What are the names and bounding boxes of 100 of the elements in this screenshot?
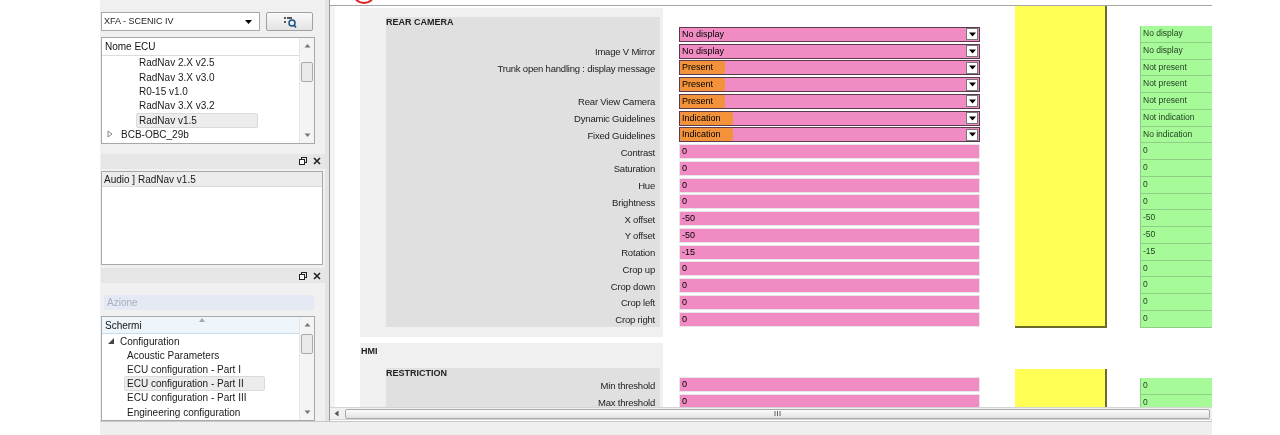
value-field[interactable]: -15 xyxy=(679,244,980,260)
vehicle-dropdown[interactable]: XFA - SCENIC IV xyxy=(101,12,260,32)
value-dropdown[interactable]: Present xyxy=(679,93,980,109)
down-arrow-icon xyxy=(303,132,311,138)
value-field[interactable]: 0 xyxy=(679,144,980,160)
down-arrow-icon xyxy=(303,410,311,415)
list-item[interactable]: BCB-OBC_29b xyxy=(118,126,250,142)
value-field[interactable]: 0 xyxy=(679,393,980,407)
close-icon xyxy=(313,271,321,280)
reference-cell: 0 xyxy=(1140,143,1212,160)
list-item[interactable]: Audio ] RadNav v1.5 xyxy=(102,171,322,187)
dropdown-button[interactable] xyxy=(966,112,978,125)
field-value: -15 xyxy=(681,245,695,259)
left-arrow-icon xyxy=(334,410,339,417)
caret-icon xyxy=(968,82,976,88)
field-value: 0 xyxy=(681,161,687,175)
caret-icon xyxy=(968,48,976,54)
field-label: Y offset xyxy=(624,229,655,244)
dropdown-button[interactable] xyxy=(966,78,978,91)
field-label: Rotation xyxy=(621,246,655,260)
caret-icon xyxy=(968,65,976,71)
scroll-thumb[interactable] xyxy=(345,408,1210,419)
value-field[interactable]: 0 xyxy=(679,311,980,327)
group-title: RESTRICTION xyxy=(386,368,448,378)
dropdown-button[interactable] xyxy=(966,128,978,141)
field-label: Crop left xyxy=(620,296,655,311)
field-value: No display xyxy=(681,44,725,58)
field-label: Min threshold xyxy=(600,379,655,394)
tree-item[interactable]: Engineering configuration xyxy=(124,404,262,420)
field-value: 0 xyxy=(681,377,687,391)
caret-icon xyxy=(244,17,253,26)
field-value: -50 xyxy=(681,212,695,226)
reference-cell: Not present xyxy=(1140,76,1212,93)
scroll-thumb[interactable] xyxy=(301,61,313,82)
up-arrow-icon xyxy=(303,322,311,327)
grip-icon xyxy=(774,411,781,416)
dropdown-button[interactable] xyxy=(966,45,978,58)
field-value: 0 xyxy=(681,295,687,309)
tree-item[interactable]: Configuration xyxy=(120,333,180,349)
field-value: 0 xyxy=(681,178,687,192)
value-field[interactable]: 0 xyxy=(679,177,980,193)
value-field[interactable]: 0 xyxy=(679,294,980,310)
value-field[interactable]: 0 xyxy=(679,278,980,294)
reference-cell: -50 xyxy=(1140,210,1212,227)
value-dropdown[interactable]: Present xyxy=(679,77,980,93)
value-dropdown[interactable]: No display xyxy=(679,26,980,42)
value-field[interactable]: -50 xyxy=(679,211,980,227)
value-dropdown[interactable]: Indication xyxy=(679,110,980,126)
field-label: Crop up xyxy=(622,262,655,277)
value-dropdown[interactable]: Present xyxy=(679,60,980,76)
reference-cell: 0 xyxy=(1140,378,1212,395)
value-dropdown[interactable]: Indication xyxy=(679,127,980,143)
group-title: REAR CAMERA xyxy=(386,17,455,27)
value-field[interactable]: -50 xyxy=(679,227,980,243)
expand-arrow-icon xyxy=(106,130,114,139)
field-label: Crop down xyxy=(610,279,655,294)
dropdown-button[interactable] xyxy=(966,95,978,108)
field-value: 0 xyxy=(681,262,687,276)
tree-item[interactable]: ECU configuration - Part III xyxy=(124,390,268,406)
field-label: Crop right xyxy=(615,313,655,327)
value-field[interactable]: 0 xyxy=(679,261,980,277)
value-field[interactable]: 0 xyxy=(679,376,980,392)
sort-arrow-icon xyxy=(199,318,205,322)
reference-cell: 0 xyxy=(1140,277,1212,294)
list-item[interactable]: RadNav v1.5 xyxy=(136,112,258,128)
annotation-mark xyxy=(355,0,373,5)
field-value: Present xyxy=(680,61,726,75)
value-field[interactable]: 0 xyxy=(679,194,980,210)
scrollbar[interactable] xyxy=(299,37,314,143)
reference-cell: Not present xyxy=(1140,93,1212,110)
caret-icon xyxy=(968,115,976,121)
search-button[interactable] xyxy=(266,12,313,32)
list-item[interactable]: RadNav 3.X v3.2 xyxy=(136,98,276,114)
tree-item[interactable]: Acoustic Parameters xyxy=(124,347,241,363)
list-item[interactable]: RadNav 2.X v2.5 xyxy=(136,55,276,71)
scrollbar[interactable] xyxy=(299,317,314,420)
restore-icon xyxy=(299,271,307,280)
reference-cell: 0 xyxy=(1140,294,1212,311)
close-icon xyxy=(313,157,321,166)
field-value: 0 xyxy=(681,312,687,326)
tree-item[interactable]: ECU configuration - Part II xyxy=(124,376,265,392)
horizontal-scrollbar[interactable] xyxy=(330,407,1212,420)
section-title: HMI xyxy=(360,345,379,358)
field-value: Indication xyxy=(680,128,733,142)
dropdown-button[interactable] xyxy=(966,61,978,74)
field-value: Present xyxy=(680,94,726,108)
field-value: Present xyxy=(680,78,726,92)
field-label: Max threshold xyxy=(597,396,655,407)
list-item[interactable]: R0-15 v1.0 xyxy=(136,84,249,100)
field-label: Rear View Camera xyxy=(578,95,655,110)
list-item[interactable]: RadNav 3.X v3.0 xyxy=(136,69,276,85)
dropdown-button[interactable] xyxy=(966,28,978,41)
action-field[interactable]: Azione xyxy=(104,295,314,310)
header-label: Schermi xyxy=(104,318,142,333)
value-dropdown[interactable]: No display xyxy=(679,43,980,59)
value-field[interactable]: 0 xyxy=(679,160,980,176)
tree-item[interactable]: ECU configuration - Part I xyxy=(124,361,262,377)
scroll-thumb[interactable] xyxy=(301,334,313,354)
field-label: Fixed Guidelines xyxy=(587,128,655,143)
caret-icon xyxy=(968,132,976,138)
